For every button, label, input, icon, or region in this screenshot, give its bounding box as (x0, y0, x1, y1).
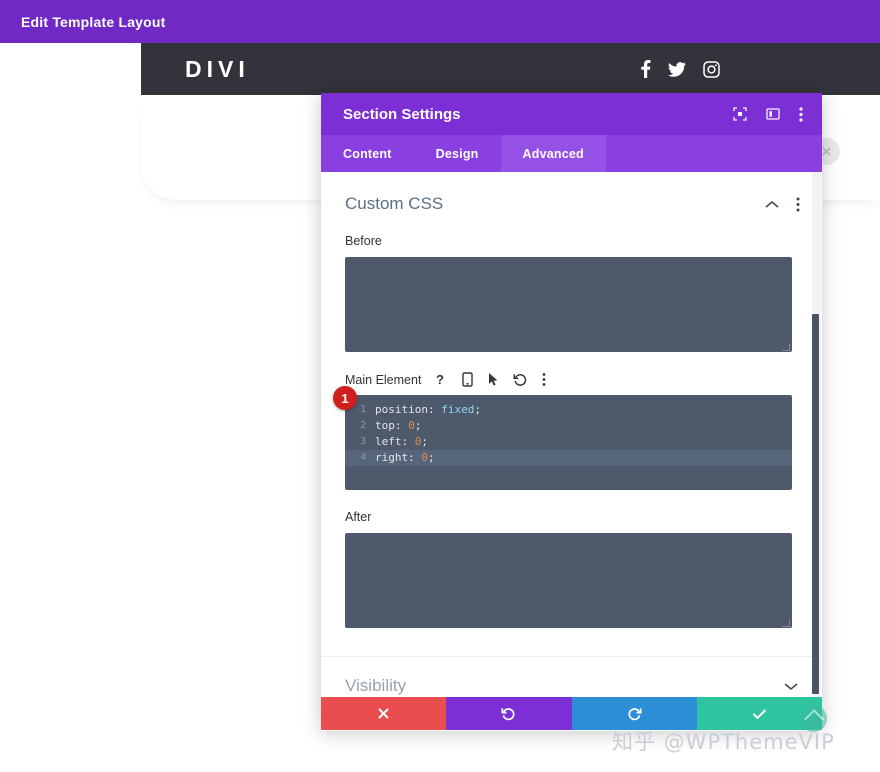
watermark: 知乎 @WPThemeVIP (612, 730, 835, 754)
scrollbar-track[interactable] (812, 172, 821, 731)
reset-icon[interactable] (513, 372, 528, 387)
modal-title: Section Settings (343, 105, 461, 123)
css-property: top (375, 419, 395, 432)
layout-panel-icon[interactable] (766, 107, 780, 121)
section-settings-modal: Section Settings Content Design Advanced… (321, 93, 822, 731)
more-vertical-icon[interactable] (799, 106, 803, 122)
code-line: 3 left: 0; (345, 434, 792, 450)
help-icon[interactable]: ? (435, 372, 448, 387)
main-element-tools: ? (435, 372, 546, 387)
main-element-label: Main Element (345, 372, 422, 387)
expand-icon[interactable] (733, 107, 747, 121)
field-before: Before (321, 234, 822, 352)
more-vertical-icon[interactable] (796, 197, 800, 212)
modal-tabs: Content Design Advanced (321, 135, 822, 172)
code-line: 2 top: 0; (345, 418, 792, 434)
custom-css-section-header: Custom CSS (321, 172, 822, 214)
site-header: DIVI (141, 43, 880, 95)
css-semicolon: ; (421, 435, 428, 448)
cursor-icon[interactable] (487, 372, 499, 387)
css-property: right (375, 451, 409, 464)
css-semicolon: ; (414, 419, 422, 432)
code-line-text: position: fixed; (375, 402, 481, 418)
check-icon (752, 708, 767, 719)
instagram-icon[interactable] (703, 60, 720, 78)
step-badge-1: 1 (333, 386, 357, 410)
after-textarea[interactable] (345, 533, 792, 628)
line-number: 3 (360, 436, 366, 447)
redo-icon (628, 708, 642, 721)
code-line: 1 position: fixed; (345, 402, 792, 418)
facebook-icon[interactable] (640, 60, 651, 78)
cancel-button[interactable] (321, 697, 447, 730)
after-label: After (345, 510, 372, 524)
divi-logo: DIVI (185, 55, 250, 82)
close-icon (378, 708, 389, 719)
modal-scroll-area: Custom CSS Before Main Element ? 1 1 pos… (321, 172, 822, 731)
undo-button[interactable] (446, 697, 572, 730)
field-after: After (321, 510, 822, 628)
chevron-up-icon[interactable] (765, 200, 779, 209)
resize-grip[interactable] (782, 343, 790, 351)
twitter-icon[interactable] (668, 61, 686, 77)
tab-design[interactable]: Design (414, 135, 501, 172)
undo-icon (501, 708, 515, 721)
css-semicolon: ; (474, 403, 481, 416)
css-semicolon: ; (428, 451, 435, 464)
screen-root: Edit Template Layout DIVI Section Settin… (0, 0, 880, 772)
chevron-down-icon[interactable] (784, 682, 798, 691)
code-line-text: left: 0; (375, 434, 428, 450)
before-label: Before (345, 234, 382, 248)
css-value: fixed (441, 403, 475, 416)
code-line-text: top: 0; (375, 418, 421, 434)
admin-bar-title: Edit Template Layout (21, 13, 166, 30)
admin-bar: Edit Template Layout (0, 0, 880, 43)
css-colon: : (394, 419, 409, 432)
css-property: left (375, 435, 402, 448)
visibility-title: Visibility (345, 676, 407, 695)
css-value: 0 (408, 419, 415, 432)
modal-header: Section Settings (321, 93, 822, 135)
modal-header-actions (733, 106, 822, 122)
css-colon: : (427, 403, 442, 416)
more-vertical-icon[interactable] (542, 372, 546, 387)
line-number: 2 (360, 420, 366, 431)
scrollbar-thumb[interactable] (812, 314, 819, 694)
tab-content[interactable]: Content (321, 135, 414, 172)
social-icon-group (640, 43, 720, 95)
mobile-icon[interactable] (462, 372, 474, 387)
css-property: position (375, 403, 428, 416)
main-element-code-editor[interactable]: 1 position: fixed; 2 top: 0; 3 left: 0; (345, 395, 792, 490)
main-element-editor-wrap: 1 1 position: fixed; 2 top: 0; 3 left: 0… (333, 386, 792, 490)
svg-text:?: ? (436, 372, 444, 387)
custom-css-title: Custom CSS (345, 194, 444, 213)
tab-advanced[interactable]: Advanced (500, 135, 606, 172)
resize-grip[interactable] (782, 619, 790, 627)
code-line: 4 right: 0; (345, 450, 792, 466)
before-textarea[interactable] (345, 257, 792, 352)
css-colon: : (408, 451, 422, 464)
code-line-text: right: 0; (375, 450, 435, 466)
main-element-label-row: Main Element ? (345, 372, 792, 387)
css-value: 0 (421, 451, 428, 464)
field-main-element: Main Element ? 1 1 position: fixed; 2 to… (321, 372, 822, 490)
line-number: 4 (360, 452, 366, 463)
css-colon: : (401, 435, 415, 448)
